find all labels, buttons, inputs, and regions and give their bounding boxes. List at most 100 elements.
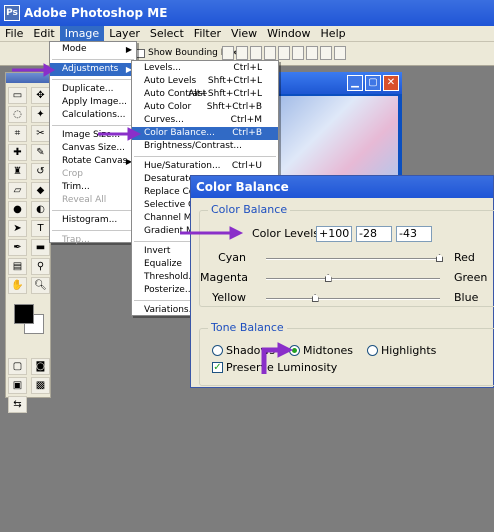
slice-tool-icon[interactable]: ✂ [31, 125, 50, 142]
menu-item-auto-levels[interactable]: Auto Levels Shft+Ctrl+L [132, 75, 278, 88]
align-top-icon[interactable] [222, 46, 234, 60]
menu-item-label: Brightness/Contrast... [144, 141, 243, 151]
magic-wand-icon[interactable]: ✦ [31, 106, 50, 123]
highlights-radio[interactable]: Highlights [367, 344, 436, 357]
marquee-tool-icon[interactable]: ▭ [8, 87, 27, 104]
menu-select[interactable]: Select [145, 26, 189, 42]
menu-item-duplicate[interactable]: Duplicate... [50, 83, 136, 96]
history-brush-icon[interactable]: ↺ [31, 163, 50, 180]
full-screen-icon[interactable]: ▩ [31, 377, 50, 394]
menu-item-adjustments[interactable]: Adjustments ▶ [50, 63, 136, 76]
radio-label: Highlights [381, 344, 437, 357]
checkbox-icon [136, 48, 145, 58]
menu-item-levels[interactable]: Levels... Ctrl+L [132, 62, 278, 75]
menu-item-label: Desaturate [144, 174, 195, 184]
level-cyan-red-input[interactable]: +100 [316, 226, 352, 242]
shadows-radio[interactable]: Shadows [212, 344, 275, 357]
paint-bucket-icon[interactable]: ◆ [31, 182, 50, 199]
midtones-radio[interactable]: Midtones [289, 344, 353, 357]
distribute-icon[interactable] [320, 46, 332, 60]
radio-icon [212, 345, 223, 356]
menu-item-brightness-contrast[interactable]: Brightness/Contrast... [132, 140, 278, 153]
maximize-icon[interactable]: ▢ [365, 75, 381, 91]
close-icon[interactable]: ✕ [383, 75, 399, 91]
menu-item-curves[interactable]: Curves... Ctrl+M [132, 114, 278, 127]
level-magenta-green-input[interactable]: -28 [356, 226, 392, 242]
jump-to-imageready-icon[interactable]: ⇆ [8, 396, 27, 413]
move-tool-icon[interactable]: ✥ [31, 87, 50, 104]
quick-mask-icon[interactable]: ◙ [31, 358, 50, 375]
document-window: ▁ ▢ ✕ [270, 72, 402, 180]
align-center-icon[interactable] [278, 46, 290, 60]
blur-tool-icon[interactable]: ● [8, 201, 27, 218]
menu-item-shortcut: Shft+Ctrl+B [206, 102, 262, 112]
slider-track[interactable] [266, 298, 440, 300]
menu-item-label: Curves... [144, 115, 184, 125]
screen-mode-icon[interactable]: ▣ [8, 377, 27, 394]
menu-item-shortcut: Ctrl+M [230, 115, 262, 125]
menu-item-rotate-canvas[interactable]: Rotate Canvas ▶ [50, 155, 136, 168]
radio-icon [367, 345, 378, 356]
menu-item-label: Mode [62, 44, 87, 54]
dodge-tool-icon[interactable]: ◐ [31, 201, 50, 218]
menu-item-auto-contrast[interactable]: Auto Contrast Alt+Shft+Ctrl+L [132, 88, 278, 101]
align-right-icon[interactable] [292, 46, 304, 60]
yellow-blue-slider-row: Yellow Blue [200, 291, 494, 307]
menu-item-crop: Crop [50, 168, 136, 181]
menu-item-histogram[interactable]: Histogram... [50, 214, 136, 227]
slider-track[interactable] [266, 278, 440, 280]
brush-tool-icon[interactable]: ✎ [31, 144, 50, 161]
stamp-tool-icon[interactable]: ♜ [8, 163, 27, 180]
eraser-tool-icon[interactable]: ▱ [8, 182, 27, 199]
menu-item-canvas-size[interactable]: Canvas Size... [50, 142, 136, 155]
menu-item-color-balance[interactable]: Color Balance... Ctrl+B [132, 127, 278, 140]
type-tool-icon[interactable]: T [31, 220, 50, 237]
menu-item-trim[interactable]: Trim... [50, 181, 136, 194]
hand-tool-icon[interactable]: ✋ [8, 277, 27, 294]
menu-item-calculations[interactable]: Calculations... [50, 109, 136, 122]
menu-file[interactable]: File [0, 26, 28, 42]
slider-track[interactable] [266, 258, 440, 260]
menu-edit[interactable]: Edit [28, 26, 59, 42]
menu-item-label: Canvas Size... [62, 143, 125, 153]
menu-filter[interactable]: Filter [189, 26, 226, 42]
menu-item-hue-saturation[interactable]: Hue/Saturation... Ctrl+U [132, 160, 278, 173]
distribute-icon[interactable] [334, 46, 346, 60]
lasso-tool-icon[interactable]: ◌ [8, 106, 27, 123]
slider-thumb[interactable] [311, 294, 319, 302]
align-left-icon[interactable] [264, 46, 276, 60]
menu-item-image-size[interactable]: Image Size... [50, 129, 136, 142]
menu-item-trap: Trap... [50, 234, 136, 247]
preserve-luminosity-checkbox[interactable]: ✓ Preserve Luminosity [212, 361, 337, 374]
crop-tool-icon[interactable]: ⌗ [8, 125, 27, 142]
standard-mode-icon[interactable]: ▢ [8, 358, 27, 375]
zoom-tool-icon[interactable]: 🔍︎ [31, 277, 50, 294]
slider-left-label: Cyan [218, 251, 246, 264]
menu-view[interactable]: View [226, 26, 262, 42]
path-select-icon[interactable]: ➤ [8, 220, 27, 237]
align-bottom-icon[interactable] [250, 46, 262, 60]
notes-tool-icon[interactable]: ▤ [8, 258, 27, 275]
menu-help[interactable]: Help [316, 26, 351, 42]
distribute-icon[interactable] [306, 46, 318, 60]
healing-brush-icon[interactable]: ✚ [8, 144, 27, 161]
eyedropper-icon[interactable]: ⚲ [31, 258, 50, 275]
menu-image[interactable]: Image [59, 25, 105, 42]
level-yellow-blue-input[interactable]: -43 [396, 226, 432, 242]
menu-layer[interactable]: Layer [104, 26, 145, 42]
menu-item-mode[interactable]: Mode ▶ [50, 43, 136, 56]
slider-thumb[interactable] [324, 274, 332, 282]
minimize-icon[interactable]: ▁ [347, 75, 363, 91]
toolbox-grip[interactable] [6, 73, 50, 83]
app-title-bar: Ps Adobe Photoshop ME [0, 0, 494, 26]
shape-tool-icon[interactable]: ▬ [31, 239, 50, 256]
menu-window[interactable]: Window [262, 26, 315, 42]
foreground-color[interactable] [14, 304, 34, 324]
menu-item-shortcut: Ctrl+L [233, 63, 262, 73]
align-middle-icon[interactable] [236, 46, 248, 60]
slider-thumb[interactable] [436, 254, 443, 262]
menu-item-apply-image[interactable]: Apply Image... [50, 96, 136, 109]
image-menu: Mode ▶ Adjustments ▶ Duplicate... Apply Image… [49, 41, 137, 245]
pen-tool-icon[interactable]: ✒ [8, 239, 27, 256]
menu-item-auto-color[interactable]: Auto Color Shft+Ctrl+B [132, 101, 278, 114]
